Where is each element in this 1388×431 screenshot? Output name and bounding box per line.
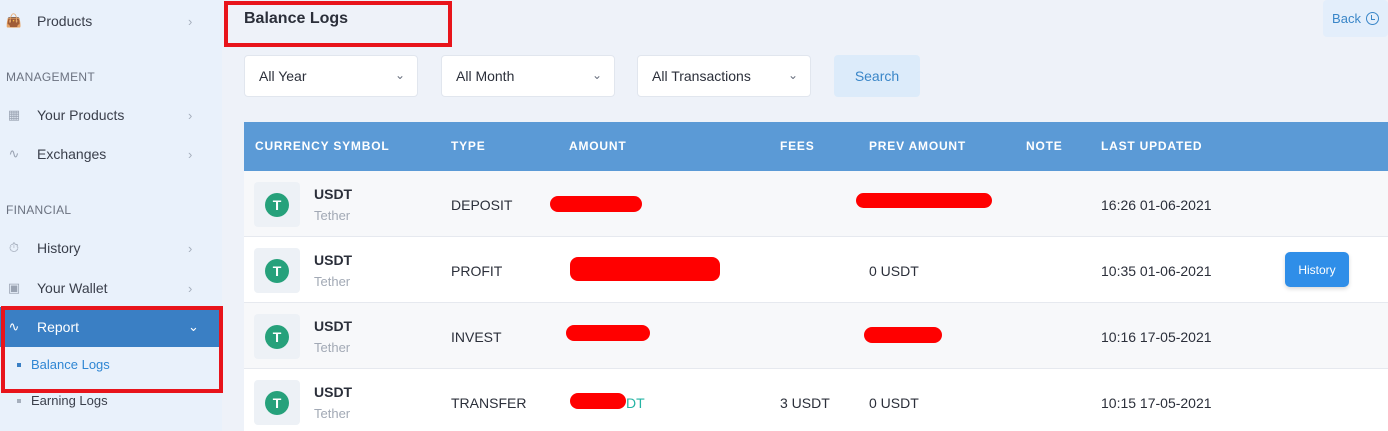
redaction-mark bbox=[570, 393, 626, 409]
column-header: LAST UPDATED bbox=[1101, 139, 1203, 153]
month-select-value: All Month bbox=[456, 68, 515, 84]
column-header: NOTE bbox=[1026, 139, 1063, 153]
column-header: PREV AMOUNT bbox=[869, 139, 967, 153]
prev-amount-cell: 0 USDT bbox=[869, 395, 919, 411]
annotation-box-report bbox=[1, 306, 223, 393]
type-cell: TRANSFER bbox=[451, 395, 527, 411]
transactions-select-value: All Transactions bbox=[652, 68, 751, 84]
currency-symbol: USDT bbox=[314, 384, 353, 400]
year-select[interactable]: All Year ⌄ bbox=[244, 55, 418, 97]
sidebar-item-label: Exchanges bbox=[37, 146, 107, 162]
currency-symbol: USDT bbox=[314, 318, 353, 334]
sub-item-earning-logs[interactable]: Earning Logs bbox=[17, 393, 108, 408]
table-header: CURRENCY SYMBOL TYPE AMOUNT FEES PREV AM… bbox=[244, 122, 1388, 171]
tether-icon: T bbox=[265, 258, 289, 283]
amount-cell: DT bbox=[626, 395, 645, 411]
sidebar-item-label: Products bbox=[37, 13, 93, 29]
column-header: CURRENCY SYMBOL bbox=[255, 139, 390, 153]
chart-icon: ∿ bbox=[8, 146, 20, 161]
updated-cell: 10:16 17-05-2021 bbox=[1101, 329, 1212, 345]
updated-cell: 16:26 01-06-2021 bbox=[1101, 197, 1212, 213]
sidebar-item-your-products[interactable]: ▦ Your Products › bbox=[0, 95, 222, 135]
table-row[interactable]: T USDT Tether PROFIT 0 USDT 10:35 01-06-… bbox=[244, 237, 1388, 303]
currency-symbol: USDT bbox=[314, 186, 353, 202]
coin-logo: T bbox=[254, 380, 300, 425]
tether-icon: T bbox=[265, 192, 289, 217]
chevron-down-icon: ⌄ bbox=[787, 68, 798, 82]
tether-icon: T bbox=[265, 324, 289, 349]
sidebar-item-your-wallet[interactable]: ▣ Your Wallet › bbox=[0, 268, 222, 308]
table-row[interactable]: T USDT Tether DEPOSIT 16:26 01-06-2021 bbox=[244, 171, 1388, 237]
tether-icon: T bbox=[265, 390, 289, 415]
type-cell: DEPOSIT bbox=[451, 197, 513, 213]
sidebar-item-label: History bbox=[37, 240, 81, 256]
chevron-right-icon: › bbox=[188, 146, 193, 162]
currency-name: Tether bbox=[314, 406, 351, 421]
search-button[interactable]: Search bbox=[834, 55, 920, 97]
back-label: Back bbox=[1332, 11, 1361, 26]
column-header: AMOUNT bbox=[569, 139, 627, 153]
updated-cell: 10:15 17-05-2021 bbox=[1101, 395, 1212, 411]
currency-name: Tether bbox=[314, 274, 351, 289]
sidebar-item-label: Your Wallet bbox=[37, 280, 108, 296]
chevron-right-icon: › bbox=[188, 240, 193, 256]
currency-name: Tether bbox=[314, 340, 351, 355]
type-cell: INVEST bbox=[451, 329, 502, 345]
column-header: FEES bbox=[780, 139, 815, 153]
column-header: TYPE bbox=[451, 139, 486, 153]
wallet-icon: ▣ bbox=[7, 280, 21, 295]
coin-logo: T bbox=[254, 248, 300, 293]
prev-amount-cell: 0 USDT bbox=[869, 263, 919, 279]
chevron-right-icon: › bbox=[188, 280, 193, 296]
fees-cell: 3 USDT bbox=[780, 395, 830, 411]
redaction-mark bbox=[566, 325, 650, 341]
transactions-select[interactable]: All Transactions ⌄ bbox=[637, 55, 811, 97]
sidebar-item-products[interactable]: 👜 Products › bbox=[0, 1, 222, 41]
table-row[interactable]: T USDT Tether TRANSFER DT 3 USDT 0 USDT … bbox=[244, 369, 1388, 431]
section-title-financial: FINANCIAL bbox=[6, 203, 72, 217]
section-title-management: MANAGEMENT bbox=[6, 70, 96, 84]
chevron-right-icon: › bbox=[188, 13, 193, 29]
currency-symbol: USDT bbox=[314, 252, 353, 268]
back-button[interactable]: Back bbox=[1323, 0, 1388, 37]
redaction-mark bbox=[856, 193, 992, 208]
bag-icon: 👜 bbox=[5, 13, 23, 28]
coin-logo: T bbox=[254, 314, 300, 359]
page-title: Balance Logs bbox=[244, 10, 349, 27]
chevron-down-icon: ⌄ bbox=[394, 68, 405, 82]
redaction-mark bbox=[864, 327, 942, 343]
coin-logo: T bbox=[254, 182, 300, 227]
table-row[interactable]: T USDT Tether INVEST 10:16 17-05-2021 bbox=[244, 303, 1388, 369]
year-select-value: All Year bbox=[259, 68, 307, 84]
chevron-right-icon: › bbox=[188, 107, 193, 123]
updated-cell: 10:35 01-06-2021 bbox=[1101, 263, 1212, 279]
redaction-mark bbox=[550, 196, 642, 212]
chevron-down-icon: ⌄ bbox=[591, 68, 602, 82]
sub-item-label: Earning Logs bbox=[31, 393, 108, 408]
box-icon: ▦ bbox=[7, 107, 21, 122]
redaction-mark bbox=[570, 257, 720, 281]
sidebar-item-exchanges[interactable]: ∿ Exchanges › bbox=[0, 134, 222, 174]
sidebar-item-history[interactable]: ⏱ History › bbox=[0, 228, 222, 268]
history-button[interactable]: History bbox=[1285, 252, 1349, 287]
timer-icon: ⏱ bbox=[8, 240, 20, 255]
bullet-icon bbox=[17, 398, 21, 403]
history-icon bbox=[1365, 12, 1379, 25]
month-select[interactable]: All Month ⌄ bbox=[441, 55, 615, 97]
type-cell: PROFIT bbox=[451, 263, 503, 279]
currency-name: Tether bbox=[314, 208, 351, 223]
sidebar-item-label: Your Products bbox=[37, 107, 125, 123]
